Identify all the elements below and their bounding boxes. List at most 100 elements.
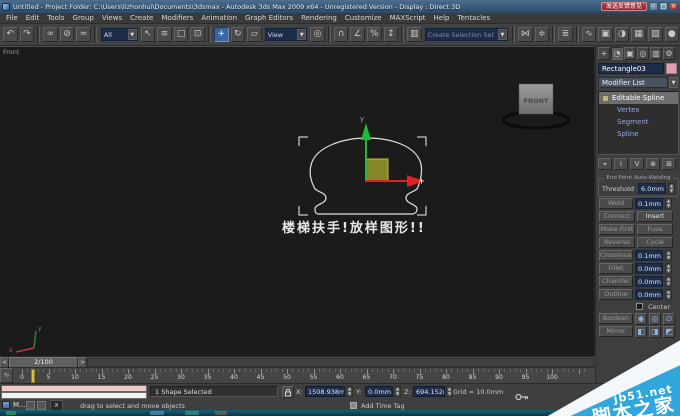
z-coordinate-spinner[interactable]: ▲ ▼ — [446, 386, 453, 397]
undo-button[interactable]: ↶ — [3, 27, 18, 42]
mini-window-title[interactable]: M... — [13, 401, 26, 409]
redo-button[interactable]: ↷ — [19, 27, 35, 42]
menu-tentacles[interactable]: Tentacles — [453, 14, 494, 22]
use-pivot-point-center-button[interactable]: ◎ — [310, 27, 325, 42]
spinner-down-icon[interactable]: ▼ — [666, 203, 671, 209]
viewport-front[interactable]: Front FRONT y x y 楼梯扶手!放样图形!! — [0, 46, 595, 356]
chevron-down-icon[interactable]: ▼ — [669, 77, 678, 88]
curve-editor-button[interactable]: ∿ — [581, 27, 597, 42]
menu-maxscript[interactable]: MAXScript — [386, 14, 430, 22]
tab-motion[interactable]: ◎ — [637, 47, 649, 60]
percent-snap-toggle-button[interactable]: % — [367, 27, 382, 42]
chamfer-spinner[interactable]: ▲ ▼ — [665, 276, 672, 287]
spinner-down-icon[interactable]: ▼ — [669, 188, 674, 194]
select-and-rotate-button[interactable]: ↻ — [230, 27, 246, 42]
menu-animation[interactable]: Animation — [197, 14, 241, 22]
select-and-scale-button[interactable]: ▱ — [247, 27, 262, 42]
outline-spinner[interactable]: ▲ ▼ — [665, 289, 672, 300]
material-editor-button[interactable]: ◑ — [614, 27, 630, 42]
menu-modifiers[interactable]: Modifiers — [157, 14, 197, 22]
reverse-button[interactable]: Reverse — [599, 237, 635, 248]
weld-spinner[interactable]: ▲ ▼ — [665, 198, 672, 209]
outline-button[interactable]: Outline — [599, 289, 633, 300]
stack-item-vertex[interactable]: Vertex — [599, 104, 678, 116]
maxscript-mini-listener[interactable] — [1, 392, 147, 399]
object-name-field[interactable]: Rectangle03 — [598, 63, 664, 74]
open-mini-curve-editor-button[interactable]: ∿ — [0, 368, 13, 383]
menu-create[interactable]: Create — [126, 14, 157, 22]
taskbar-start-icon[interactable] — [6, 411, 16, 415]
menu-graph-editors[interactable]: Graph Editors — [241, 14, 297, 22]
fillet-field[interactable]: 0.0mm — [635, 263, 663, 274]
close-button[interactable]: × — [669, 2, 678, 11]
spinner-down-icon[interactable]: ▼ — [666, 281, 671, 287]
rendered-frame-window-button[interactable]: ▧ — [647, 27, 663, 42]
maximize-button[interactable]: □ — [659, 2, 668, 11]
rectangular-selection-region-button[interactable]: □ — [173, 27, 189, 42]
z-coordinate-field[interactable]: 694.152mm — [413, 386, 445, 397]
menu-tools[interactable]: Tools — [43, 14, 68, 22]
menu-help[interactable]: Help — [430, 14, 454, 22]
stack-item-segment[interactable]: Segment — [599, 116, 678, 128]
add-time-tag-button[interactable]: Add Time Tag — [361, 402, 405, 410]
menu-rendering[interactable]: Rendering — [297, 14, 341, 22]
x-coordinate-field[interactable]: 1508.938m — [305, 386, 345, 397]
tab-modify[interactable]: ◔ — [611, 47, 623, 60]
menu-edit[interactable]: Edit — [22, 14, 44, 22]
render-setup-button[interactable]: ▦ — [631, 27, 646, 42]
angle-snap-toggle-button[interactable]: ∠ — [350, 27, 365, 42]
gizmo-xy-plane-handle[interactable] — [365, 158, 389, 182]
dropdown-arrow-icon[interactable]: ▼ — [497, 29, 507, 40]
crossinsert-field[interactable]: 0.1mm — [635, 250, 663, 261]
select-object-button[interactable]: ↖ — [140, 27, 156, 42]
spinner-down-icon[interactable]: ▼ — [666, 268, 671, 274]
minimize-button[interactable]: – — [649, 2, 658, 11]
boolean-union-button[interactable]: ◉ — [635, 312, 647, 325]
taskbar-item[interactable] — [215, 411, 227, 415]
layer-manager-button[interactable]: ≣ — [558, 27, 573, 42]
menu-file[interactable]: File — [2, 14, 22, 22]
menu-group[interactable]: Group — [69, 14, 98, 22]
modifier-list-dropdown[interactable]: Modifier List — [598, 77, 668, 88]
reference-coordinate-system-combo[interactable]: View ▼ — [264, 28, 308, 41]
make-unique-button[interactable]: V — [630, 158, 644, 170]
select-and-move-button[interactable]: + — [213, 27, 229, 42]
current-frame-marker[interactable] — [30, 369, 35, 383]
chamfer-field[interactable]: 0.0mm — [635, 276, 663, 287]
y-coordinate-spinner[interactable]: ▲ ▼ — [394, 386, 401, 397]
windows-taskbar[interactable] — [0, 410, 680, 416]
tab-hierarchy[interactable]: ▣ — [624, 47, 636, 60]
mirror-button[interactable]: Mirror — [599, 326, 633, 337]
fillet-spinner[interactable]: ▲ ▼ — [665, 263, 672, 274]
select-by-name-button[interactable]: ≡ — [157, 27, 172, 42]
time-slider-track[interactable] — [87, 358, 594, 367]
mini-window-button[interactable] — [26, 401, 35, 410]
spinner-down-icon[interactable]: ▼ — [395, 391, 400, 397]
crossinsert-button[interactable]: CrossInsert — [599, 250, 633, 261]
weld-button[interactable]: Weld — [599, 198, 633, 209]
maxscript-macro-recorder[interactable] — [1, 385, 147, 392]
mini-window-button[interactable] — [37, 401, 46, 410]
select-and-link-button[interactable]: ∞ — [43, 27, 58, 42]
threshold-field[interactable]: 6.0mm — [638, 183, 666, 194]
connect-button[interactable]: Connect — [599, 211, 635, 222]
schematic-view-button[interactable]: ▣ — [598, 27, 613, 42]
crossinsert-spinner[interactable]: ▲ ▼ — [665, 250, 672, 261]
spinner-down-icon[interactable]: ▼ — [447, 391, 452, 397]
insert-button[interactable]: Insert — [637, 211, 673, 222]
boolean-button[interactable]: Boolean — [599, 313, 633, 324]
align-button[interactable]: ≑ — [534, 27, 550, 42]
spinner-down-icon[interactable]: ▼ — [347, 391, 352, 397]
spinner-down-icon[interactable]: ▼ — [666, 255, 671, 261]
boolean-subtract-button[interactable]: ◎ — [649, 312, 661, 325]
dropdown-arrow-icon[interactable]: ▼ — [127, 29, 137, 40]
circle-spline[interactable] — [501, 110, 571, 130]
mirror-horizontal-button[interactable]: ◧ — [635, 325, 647, 338]
spinner-snap-toggle-button[interactable]: ↕ — [383, 27, 399, 42]
selection-lock-toggle[interactable] — [282, 386, 294, 398]
send-feedback-button[interactable]: 发送反馈意见 — [601, 2, 647, 11]
fuse-button[interactable]: Fuse — [637, 224, 673, 235]
outline-field[interactable]: 0.0mm — [635, 289, 663, 300]
spinner-down-icon[interactable]: ▼ — [666, 294, 671, 300]
unlink-selection-button[interactable]: ⊘ — [59, 27, 75, 42]
